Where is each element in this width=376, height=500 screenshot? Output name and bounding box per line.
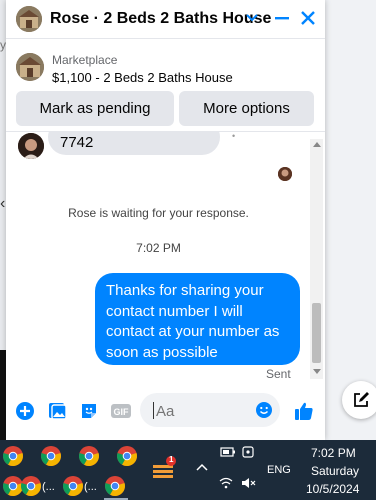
chrome-icon[interactable] [2,445,24,467]
battery-icon[interactable] [220,446,236,458]
minimize-icon[interactable] [272,8,292,28]
waiting-notice: Rose is waiting for your response. [68,206,249,220]
chat-header: Rose · 2 Beds 2 Baths House [6,0,325,38]
chrome-icon[interactable] [20,475,42,497]
language-indicator[interactable]: ENG [267,464,291,476]
clock-time[interactable]: 7:02 PM [311,446,356,460]
outgoing-message-text: Thanks for sharing your contact number I… [106,282,280,361]
close-icon[interactable] [298,8,318,28]
chevron-up-icon[interactable] [196,462,208,472]
message-reaction-icon: • [232,131,236,141]
scrollbar-thumb[interactable] [312,303,321,363]
camera-icon[interactable] [241,445,255,459]
background-window-right [325,0,376,440]
message-scrollbar[interactable] [310,139,323,379]
listing-card[interactable]: Marketplace $1,100 - 2 Beds 2 Baths Hous… [6,38,325,132]
listing-source: Marketplace [52,53,118,67]
seen-indicator-avatar [278,167,292,181]
gif-icon[interactable]: GIF [110,400,132,422]
message-composer: GIF [6,388,325,440]
chat-window: Rose · 2 Beds 2 Baths House Marketplace … [6,0,325,440]
chat-title[interactable]: Rose · 2 Beds 2 Baths House [50,10,271,28]
taskbar-app-label[interactable]: (... [84,481,97,493]
plus-circle-icon[interactable] [14,400,36,422]
taskbar-app-label[interactable]: (... [42,481,55,493]
clock-date[interactable]: 10/5/2024 [306,482,359,496]
message-status: Sent [266,367,291,381]
wifi-icon[interactable] [218,476,234,490]
sticker-icon[interactable] [78,400,100,422]
windows-taskbar: (... (... 1 ENG 7:02 PM Saturday 10/5/20… [0,440,376,500]
listing-price-title: $1,100 - 2 Beds 2 Baths House [52,70,233,85]
emoji-icon[interactable] [255,401,273,419]
avatar[interactable] [18,133,44,159]
thumbs-up-icon[interactable] [293,400,315,422]
chevron-down-icon[interactable] [244,9,260,25]
chrome-icon[interactable] [78,445,100,467]
svg-text:GIF: GIF [114,407,130,417]
incoming-message-text: 7742 [60,134,94,151]
chrome-icon[interactable] [62,475,84,497]
listing-image [16,53,44,81]
volume-muted-icon[interactable] [240,476,256,490]
message-list: 7742 • Rose is waiting for your response… [6,131,325,384]
mark-as-pending-button[interactable]: Mark as pending [16,91,174,126]
scroll-down-arrow-icon[interactable] [313,369,321,374]
chrome-icon[interactable] [40,445,62,467]
chrome-icon[interactable] [116,445,138,467]
photo-icon[interactable] [46,400,68,422]
notification-badge: 1 [169,455,174,464]
message-input-wrapper[interactable] [140,393,280,429]
scroll-up-arrow-icon[interactable] [313,142,321,147]
compose-icon [354,392,369,407]
listing-thumbnail [16,6,42,32]
chrome-icon[interactable] [104,475,126,497]
clock-day[interactable]: Saturday [311,464,359,478]
new-message-button[interactable] [342,381,376,419]
message-timestamp: 7:02 PM [136,241,181,255]
more-options-button[interactable]: More options [179,91,314,126]
message-input[interactable] [154,393,258,429]
